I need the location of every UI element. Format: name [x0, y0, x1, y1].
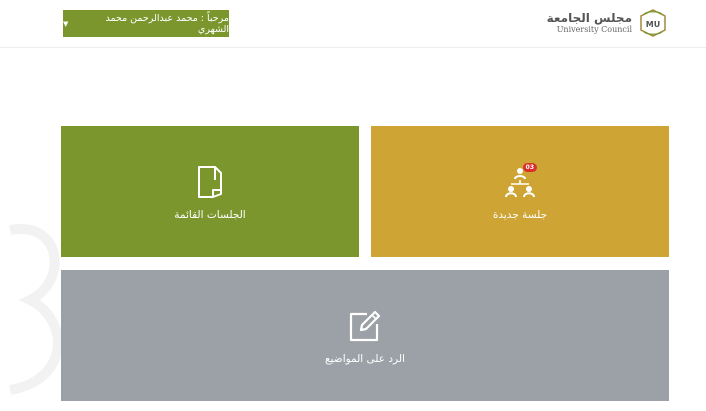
brand-arabic-name: مجلس الجامعة: [546, 11, 632, 25]
caret-down-icon: ▼: [63, 19, 69, 28]
reply-topics-label: الرد على المواضيع: [325, 352, 405, 365]
user-menu-button[interactable]: مرحباً : محمد عبدالرحمن محمد الشهري ▼: [63, 10, 229, 37]
reply-topics-tile[interactable]: الرد على المواضيع: [61, 270, 669, 401]
top-bar: مرحباً : محمد عبدالرحمن محمد الشهري ▼ مج…: [0, 0, 706, 48]
new-session-badge: 03: [522, 162, 537, 172]
university-logo-icon: MU: [640, 9, 666, 37]
edit-icon: [349, 310, 381, 341]
brand: مجلس الجامعة University Council MU: [547, 5, 668, 41]
user-greeting: مرحباً : محمد عبدالرحمن محمد الشهري: [105, 12, 229, 35]
current-sessions-label: الجلسات القائمة: [174, 208, 246, 221]
brand-english-name: University Council: [556, 25, 632, 35]
current-sessions-tile[interactable]: الجلسات القائمة: [61, 126, 359, 257]
new-session-label: جلسة جديدة: [492, 208, 548, 221]
logo-text: MU: [646, 20, 660, 29]
new-session-tile[interactable]: 03 جلسة جديدة: [371, 126, 669, 257]
document-icon: [198, 165, 222, 198]
